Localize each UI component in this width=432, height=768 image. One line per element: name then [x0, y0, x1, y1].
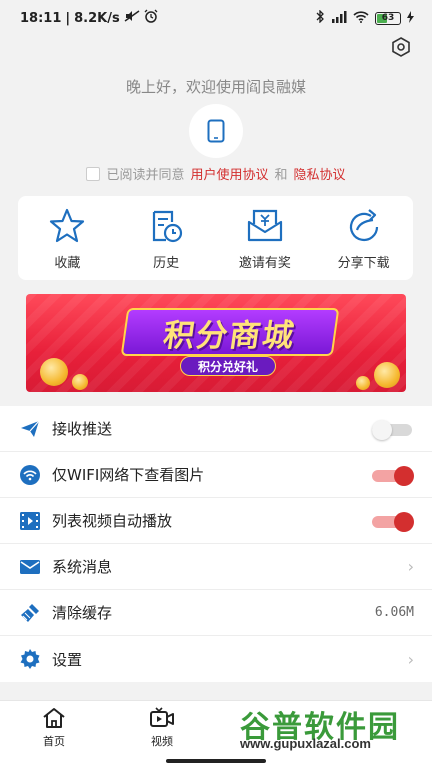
video-play-icon	[150, 707, 174, 727]
mute-icon	[124, 10, 140, 26]
wifi-status-icon	[353, 10, 369, 26]
setting-general-label: 设置	[52, 650, 83, 669]
nav-home-label: 首页	[43, 735, 65, 748]
share-icon	[349, 208, 378, 241]
clean-icon	[20, 603, 40, 623]
nav-home[interactable]: 首页	[0, 701, 108, 754]
watermark-url: www.gupuxlazal.com	[240, 736, 371, 751]
coin-decoration	[374, 362, 400, 388]
coin-decoration	[356, 376, 370, 390]
invite-reward-icon	[247, 209, 282, 241]
agreement-and: 和	[274, 168, 288, 183]
bluetooth-icon	[316, 9, 325, 26]
top-settings-button[interactable]	[390, 36, 412, 58]
setting-autoplay-label: 列表视频自动播放	[52, 512, 173, 530]
star-icon	[50, 208, 85, 242]
toggle-knob	[394, 511, 414, 532]
status-bar: 18:11 | 8.2K/s 63	[0, 0, 432, 36]
settings-list: 接收推送 仅WIFI网络下查看图片 列表视频自动播放 系统消息 › 清除缓存 6…	[0, 406, 432, 682]
signal-icon	[331, 10, 347, 26]
toggle-knob	[372, 419, 392, 440]
quick-favorites[interactable]: 收藏	[22, 206, 112, 271]
setting-cache-label: 清除缓存	[52, 604, 113, 622]
battery-level: 63	[381, 13, 395, 23]
alarm-icon	[144, 9, 158, 27]
setting-autoplay[interactable]: 列表视频自动播放	[0, 498, 432, 544]
video-icon	[20, 511, 40, 531]
home-indicator	[0, 754, 432, 768]
agreement-checkbox[interactable]	[86, 166, 101, 181]
setting-push[interactable]: 接收推送	[0, 406, 432, 452]
points-mall-banner[interactable]: 积分商城 积分兑好礼	[26, 294, 406, 392]
setting-push-label: 接收推送	[52, 420, 113, 438]
banner-title: 积分商城	[120, 308, 340, 356]
watermark: 谷普软件园 www.gupuxlazal.com	[232, 700, 432, 754]
agreement-prefix: 已阅读并同意	[106, 168, 185, 183]
setting-wifi-label: 仅WIFI网络下查看图片	[52, 466, 205, 484]
status-time: 18:11	[20, 10, 62, 26]
status-separator: |	[65, 10, 71, 26]
quick-invite-label: 邀请有奖	[238, 255, 291, 271]
nav-video[interactable]: 视频	[108, 701, 216, 754]
toggle-knob	[394, 465, 414, 486]
setting-clear-cache[interactable]: 清除缓存 6.06M	[0, 590, 432, 636]
chevron-right-icon: ›	[407, 649, 414, 669]
autoplay-toggle[interactable]	[372, 510, 414, 532]
setting-messages[interactable]: 系统消息 ›	[0, 544, 432, 590]
battery-icon: 63	[375, 11, 401, 25]
quick-favorites-label: 收藏	[54, 255, 81, 271]
quick-share-label: 分享下载	[337, 255, 390, 271]
greeting-text: 晚上好，欢迎使用阎良融媒	[125, 78, 306, 96]
phone-icon	[207, 119, 225, 143]
nav-video-label: 视频	[151, 735, 173, 748]
coin-decoration	[40, 358, 68, 386]
home-icon	[43, 708, 65, 728]
quick-actions-card: 收藏 历史 邀请有奖 分享下载	[18, 196, 413, 280]
setting-messages-label: 系统消息	[52, 558, 113, 576]
coin-decoration	[72, 374, 88, 390]
mail-icon	[20, 557, 40, 577]
user-agreement-link[interactable]: 用户使用协议	[190, 164, 268, 183]
charging-icon	[407, 10, 414, 26]
hexagon-settings-icon	[392, 37, 410, 57]
agreement-row: 已阅读并同意 用户使用协议和隐私协议	[0, 164, 432, 183]
avatar[interactable]	[189, 104, 243, 158]
status-left: 18:11 | 8.2K/s	[20, 9, 158, 27]
push-toggle[interactable]	[372, 418, 414, 440]
home-bar[interactable]	[166, 759, 266, 763]
send-icon	[20, 419, 40, 439]
chevron-right-icon: ›	[407, 557, 414, 576]
wifi-icon	[20, 464, 40, 485]
network-speed: 8.2K/s	[74, 10, 120, 26]
banner-subtitle: 积分兑好礼	[180, 356, 276, 376]
setting-general[interactable]: 设置 ›	[0, 636, 432, 682]
setting-wifi-images[interactable]: 仅WIFI网络下查看图片	[0, 452, 432, 498]
privacy-link[interactable]: 隐私协议	[294, 164, 346, 183]
quick-history[interactable]: 历史	[121, 206, 211, 271]
history-icon	[153, 210, 183, 242]
quick-history-label: 历史	[153, 255, 180, 271]
cache-size-value: 6.06M	[374, 605, 414, 620]
gear-icon	[20, 649, 40, 669]
quick-share[interactable]: 分享下载	[319, 206, 409, 271]
quick-invite[interactable]: 邀请有奖	[220, 206, 310, 271]
status-right: 63	[316, 9, 414, 26]
wifi-images-toggle[interactable]	[372, 464, 414, 486]
